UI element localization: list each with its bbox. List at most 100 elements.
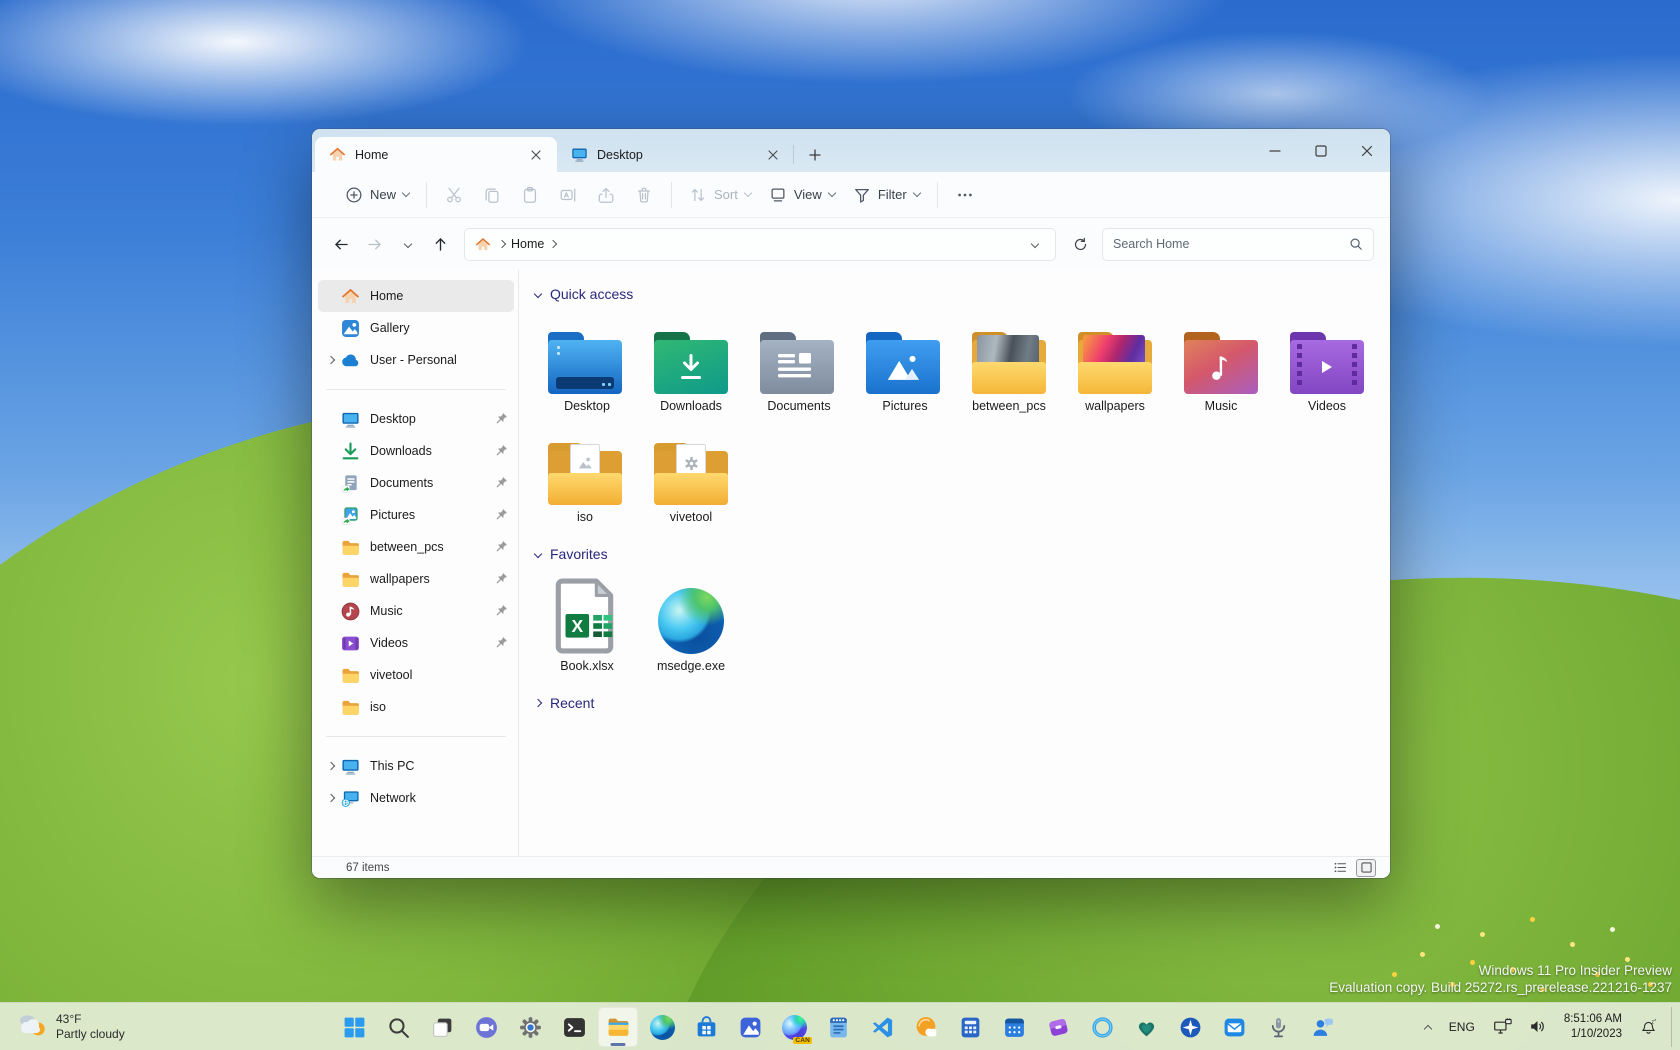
- maximize-button[interactable]: [1298, 129, 1344, 172]
- taskbar-chat-button[interactable]: [466, 1007, 506, 1047]
- hidden-icons-button[interactable]: [1418, 1007, 1438, 1047]
- taskbar-terminal-button[interactable]: [554, 1007, 594, 1047]
- address-dropdown-button[interactable]: [1023, 241, 1047, 247]
- taskbar-search-button[interactable]: [378, 1007, 418, 1047]
- refresh-button[interactable]: [1064, 228, 1096, 260]
- tile-desktop[interactable]: Desktop: [532, 312, 638, 413]
- pin-icon: [494, 636, 508, 650]
- recent-locations-button[interactable]: [392, 229, 423, 260]
- address-bar[interactable]: Home: [464, 228, 1056, 261]
- close-icon: [768, 150, 778, 160]
- tile-documents[interactable]: Documents: [744, 312, 850, 413]
- paste-icon: [521, 186, 539, 204]
- taskbar-settings-button[interactable]: [510, 1007, 550, 1047]
- taskbar-photos-button[interactable]: [730, 1007, 770, 1047]
- sidebar-item-wallpapers[interactable]: wallpapers: [318, 563, 514, 595]
- section-header-recent[interactable]: Recent: [527, 691, 1390, 715]
- new-button[interactable]: New: [336, 178, 418, 212]
- expand-chevron-icon[interactable]: [327, 794, 335, 802]
- taskbar-family-safety-button[interactable]: [1126, 1007, 1166, 1047]
- volume-tray-button[interactable]: [1521, 1007, 1554, 1047]
- cut-button[interactable]: [435, 178, 473, 212]
- minimize-button[interactable]: [1252, 129, 1298, 172]
- taskbar-weather-app-button[interactable]: [906, 1007, 946, 1047]
- chevron-down-icon: [912, 189, 920, 197]
- language-indicator[interactable]: ENG: [1440, 1020, 1484, 1034]
- sidebar-item-user-personal[interactable]: User - Personal: [318, 344, 514, 376]
- back-button[interactable]: [326, 229, 357, 260]
- taskbar-sound-recorder-button[interactable]: [1258, 1007, 1298, 1047]
- forward-button[interactable]: [359, 229, 390, 260]
- taskbar-calendar-button[interactable]: [994, 1007, 1034, 1047]
- new-tab-button[interactable]: [800, 141, 830, 169]
- taskbar-weather-widget[interactable]: 43°F Partly cloudy: [10, 1003, 133, 1050]
- search-input[interactable]: [1113, 237, 1349, 251]
- more-button[interactable]: [946, 178, 984, 212]
- share-button[interactable]: [587, 178, 625, 212]
- sidebar-item-home[interactable]: Home: [318, 280, 514, 312]
- paste-button[interactable]: [511, 178, 549, 212]
- pictures-icon: [340, 505, 361, 526]
- clock[interactable]: 8:51:06 AM 1/10/2023: [1556, 1012, 1630, 1042]
- large-icons-view-button[interactable]: [1356, 859, 1376, 877]
- sidebar-item-desktop[interactable]: Desktop: [318, 403, 514, 435]
- taskbar-edge-canary-button[interactable]: CAN: [774, 1007, 814, 1047]
- sidebar-item-network[interactable]: Network: [318, 782, 514, 814]
- taskbar-edge-button[interactable]: [642, 1007, 682, 1047]
- taskbar-start-button[interactable]: [334, 1007, 374, 1047]
- sidebar-item-vivetool[interactable]: vivetool: [318, 659, 514, 691]
- expand-chevron-icon[interactable]: [327, 356, 335, 364]
- section-header-favorites[interactable]: Favorites: [527, 542, 1390, 566]
- taskbar-vscode-button[interactable]: [862, 1007, 902, 1047]
- tile-msedge-exe[interactable]: msedge.exe: [638, 572, 744, 673]
- tile-wallpapers[interactable]: wallpapers: [1062, 312, 1168, 413]
- delete-button[interactable]: [625, 178, 663, 212]
- taskbar-get-help-button[interactable]: [1302, 1007, 1342, 1047]
- up-button[interactable]: [425, 229, 456, 260]
- taskbar-calculator-button[interactable]: [950, 1007, 990, 1047]
- sidebar-item-gallery[interactable]: Gallery: [318, 312, 514, 344]
- network-tray-button[interactable]: [1486, 1007, 1519, 1047]
- tile-between-pcs[interactable]: between_pcs: [956, 312, 1062, 413]
- taskbar-file-explorer-button[interactable]: [598, 1007, 638, 1047]
- sidebar-item-music[interactable]: Music: [318, 595, 514, 627]
- view-button[interactable]: View: [760, 178, 844, 212]
- filter-button[interactable]: Filter: [844, 178, 929, 212]
- taskbar-clipchamp-button[interactable]: [1038, 1007, 1078, 1047]
- tile-iso[interactable]: iso: [532, 423, 638, 524]
- tile-vivetool[interactable]: vivetool: [638, 423, 744, 524]
- notifications-button[interactable]: zz: [1632, 1007, 1665, 1047]
- tile-videos[interactable]: Videos: [1274, 312, 1380, 413]
- sort-button[interactable]: Sort: [680, 178, 760, 212]
- tile-music[interactable]: Music: [1168, 312, 1274, 413]
- tile-downloads[interactable]: Downloads: [638, 312, 744, 413]
- rename-button[interactable]: [549, 178, 587, 212]
- breadcrumb-location[interactable]: Home: [511, 237, 544, 251]
- sidebar-item-documents[interactable]: Documents: [318, 467, 514, 499]
- taskbar-notepad-button[interactable]: [818, 1007, 858, 1047]
- sidebar-item-iso[interactable]: iso: [318, 691, 514, 723]
- sidebar-item-downloads[interactable]: Downloads: [318, 435, 514, 467]
- tab-close-button[interactable]: [762, 144, 784, 166]
- close-button[interactable]: [1344, 129, 1390, 172]
- show-desktop-button[interactable]: [1671, 1007, 1676, 1047]
- expand-chevron-icon[interactable]: [327, 762, 335, 770]
- tile-label: Documents: [767, 399, 830, 413]
- tab-close-button[interactable]: [525, 144, 547, 166]
- taskbar-store-button[interactable]: [686, 1007, 726, 1047]
- taskbar-mail-button[interactable]: [1214, 1007, 1254, 1047]
- sidebar-item-between-pcs[interactable]: between_pcs: [318, 531, 514, 563]
- tab-desktop[interactable]: Desktop: [557, 137, 794, 172]
- sidebar-item-videos[interactable]: Videos: [318, 627, 514, 659]
- sidebar-item-pictures[interactable]: Pictures: [318, 499, 514, 531]
- section-header-quick-access[interactable]: Quick access: [527, 282, 1390, 306]
- tile-pictures[interactable]: Pictures: [850, 312, 956, 413]
- tile-book-xlsx[interactable]: X Book.xlsx: [532, 572, 638, 673]
- taskbar-pinwheel-app-button[interactable]: [1170, 1007, 1210, 1047]
- tab-home[interactable]: Home: [315, 137, 557, 172]
- taskbar-cortana-button[interactable]: [1082, 1007, 1122, 1047]
- copy-button[interactable]: [473, 178, 511, 212]
- taskbar-task-view-button[interactable]: [422, 1007, 462, 1047]
- details-view-button[interactable]: [1330, 859, 1350, 877]
- sidebar-item-this-pc[interactable]: This PC: [318, 750, 514, 782]
